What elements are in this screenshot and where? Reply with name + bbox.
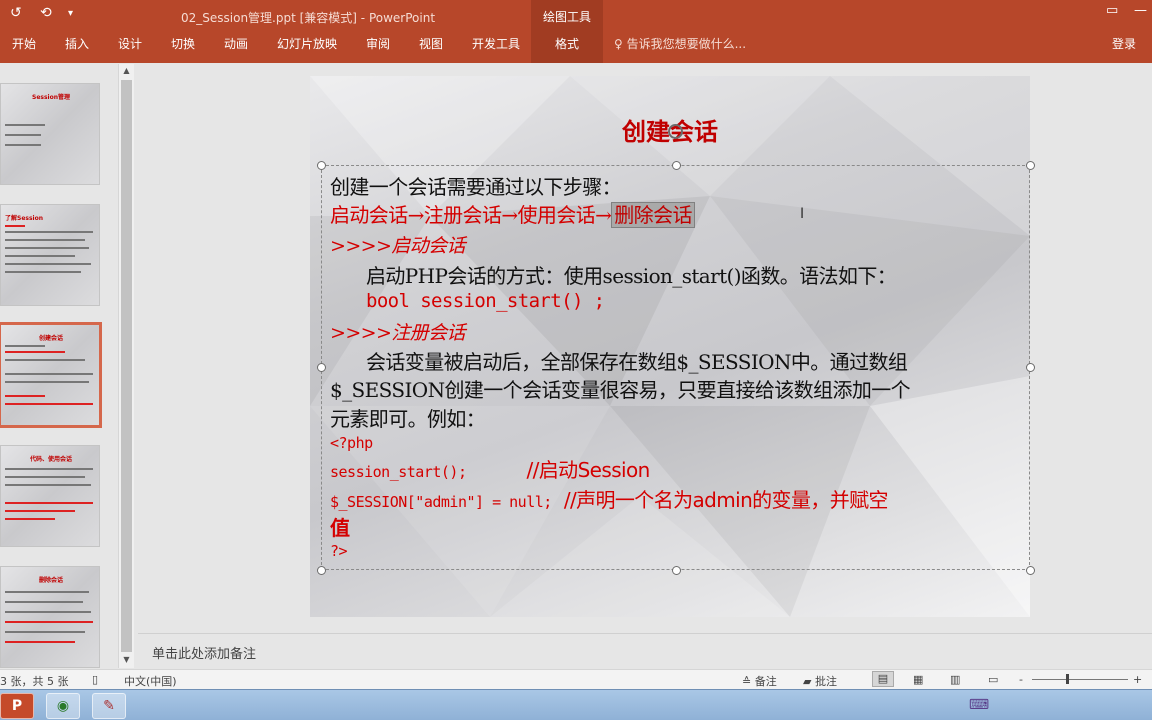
body-line: 元素即可。例如： — [330, 407, 486, 431]
code-line: $_SESSION["admin"] = null; //声明一个名为admin的… — [330, 484, 889, 513]
title-bar: ↺ ⟲ ▾ 02_Session管理.ppt [兼容模式] - PowerPoi… — [0, 0, 1152, 32]
code-comment: //声明一个名为admin的变量，并赋空 — [563, 488, 889, 512]
syntax-line: bool session_start() ; — [366, 290, 605, 312]
steps-line: 启动会话→注册会话→使用会话→ 删除会话 — [330, 199, 695, 228]
slide-thumbnail-pane: Session管理 了解Session 创建会话 代码、使用会话 删除会话 ▲ … — [0, 63, 138, 669]
scroll-up-icon[interactable]: ▲ — [119, 64, 134, 78]
thumbnail-title: 删除会话 — [38, 577, 63, 584]
resize-handle[interactable] — [672, 161, 681, 170]
undo-icon[interactable]: ↺ — [10, 5, 22, 21]
comments-button[interactable]: ▰ 批注 — [803, 673, 837, 689]
tab-home[interactable]: 开始 — [12, 35, 36, 52]
thumbnail-scrollbar[interactable]: ▲ ▼ — [118, 64, 134, 668]
section-heading: >>>>注册会话 — [330, 322, 465, 344]
tell-me-box[interactable]: ♀ 告诉我您想要做什么... — [614, 35, 746, 52]
slide-count: 3 张，共 5 张 — [0, 675, 69, 688]
code-line: ?> — [330, 542, 348, 560]
resize-handle[interactable] — [1026, 161, 1035, 170]
drawing-tools-context-label: 绘图工具 — [531, 0, 603, 32]
code-line: <?php — [330, 434, 373, 452]
code-line: session_start(); //启动Session — [330, 454, 650, 483]
tab-animations[interactable]: 动画 — [224, 35, 248, 52]
body-line: 创建一个会话需要通过以下步骤： — [330, 175, 622, 199]
app-taskbar-icon[interactable]: ✎ — [92, 693, 126, 719]
tab-slideshow[interactable]: 幻灯片放映 — [277, 35, 337, 52]
minimize-icon[interactable]: — — [1134, 3, 1147, 18]
powerpoint-taskbar-icon[interactable]: P — [0, 693, 34, 719]
resize-handle[interactable] — [672, 566, 681, 575]
slide-sorter-icon[interactable]: ▦ — [913, 673, 923, 686]
code-comment-continuation: 值 — [330, 516, 350, 540]
windows-taskbar: P ◉ ✎ ⌨ — [0, 689, 1152, 720]
resize-handle[interactable] — [1026, 363, 1035, 372]
tab-developer[interactable]: 开发工具 — [472, 35, 520, 52]
notes-icon: ≙ — [742, 675, 755, 688]
tab-transitions[interactable]: 切换 — [171, 35, 195, 52]
tell-me-text: 告诉我您想要做什么... — [626, 37, 747, 51]
tab-view[interactable]: 视图 — [419, 35, 443, 52]
slideshow-view-icon[interactable]: ▭ — [988, 673, 998, 686]
resize-handle[interactable] — [317, 363, 326, 372]
zoom-out-button[interactable]: - — [1019, 673, 1023, 686]
scrollbar-thumb[interactable] — [121, 80, 132, 652]
status-bar: 3 张，共 5 张 ▯ 中文(中国) ≙ 备注 ▰ 批注 ▤ ▦ ▥ ▭ - + — [0, 669, 1152, 689]
reading-view-icon[interactable]: ▥ — [950, 673, 960, 686]
lightbulb-icon: ♀ — [614, 37, 627, 51]
language-indicator[interactable]: 中文(中国) — [124, 673, 177, 689]
tab-review[interactable]: 审阅 — [366, 35, 390, 52]
tab-insert[interactable]: 插入 — [65, 35, 89, 52]
thumbnail-title: Session管理 — [32, 94, 70, 101]
text-cursor-icon: I — [800, 206, 805, 222]
thumbnail-title: 了解Session — [5, 215, 43, 222]
body-line: 会话变量被启动后，全部保存在数组$_SESSION中。通过数组 — [366, 350, 908, 374]
code-text: session_start(); — [330, 463, 467, 481]
thumbnail-title: 创建会话 — [38, 335, 63, 342]
keyboard-tray-icon[interactable]: ⌨ — [966, 693, 992, 719]
scroll-down-icon[interactable]: ▼ — [119, 653, 134, 667]
code-comment: //启动Session — [526, 458, 651, 482]
thumbnail-title: 代码、使用会话 — [29, 456, 72, 463]
slide-thumbnail-4[interactable]: 代码、使用会话 — [0, 445, 100, 547]
spell-check-icon[interactable]: ▯ — [92, 673, 98, 686]
body-line: $_SESSION创建一个会话变量很容易，只要直接给该数组添加一个 — [330, 378, 911, 402]
notes-placeholder[interactable]: 单击此处添加备注 — [152, 643, 256, 662]
resize-handle[interactable] — [317, 161, 326, 170]
steps-text: 启动会话→注册会话→使用会话→ — [330, 203, 612, 227]
normal-view-icon[interactable]: ▤ — [872, 671, 894, 687]
slide-thumbnail-1[interactable]: Session管理 — [0, 83, 100, 185]
notes-pane[interactable]: 单击此处添加备注 — [138, 633, 1152, 669]
rotate-handle-icon[interactable] — [668, 124, 683, 139]
zoom-slider-knob[interactable] — [1066, 674, 1069, 684]
comments-label: 批注 — [814, 675, 837, 688]
ribbon-tabs: 开始 插入 设计 切换 动画 幻灯片放映 审阅 视图 开发工具 格式 ♀ 告诉我… — [0, 32, 1152, 63]
document-title: 02_Session管理.ppt [兼容模式] - PowerPoint — [181, 11, 436, 25]
slide-thumbnail-3[interactable]: 创建会话 — [0, 322, 102, 428]
selected-text[interactable]: 删除会话 — [611, 202, 695, 228]
notes-label: 备注 — [754, 675, 777, 688]
resize-handle[interactable] — [317, 566, 326, 575]
zoom-in-button[interactable]: + — [1133, 673, 1142, 686]
tab-format[interactable]: 格式 — [531, 32, 603, 63]
sign-in-link[interactable]: 登录 — [1112, 35, 1136, 52]
code-text: $_SESSION["admin"] = null; — [330, 493, 552, 511]
ribbon-display-options-icon[interactable]: ▭ — [1106, 3, 1118, 18]
chrome-taskbar-icon[interactable]: ◉ — [46, 693, 80, 719]
zoom-slider[interactable] — [1032, 679, 1128, 680]
section-heading: >>>>启动会话 — [330, 235, 465, 257]
comment-icon: ▰ — [803, 675, 815, 688]
notes-button[interactable]: ≙ 备注 — [742, 673, 777, 689]
slide-thumbnail-2[interactable]: 了解Session — [0, 204, 100, 306]
resize-handle[interactable] — [1026, 566, 1035, 575]
tab-design[interactable]: 设计 — [118, 35, 142, 52]
customize-quick-access-icon[interactable]: ▾ — [68, 8, 73, 19]
redo-icon[interactable]: ⟲ — [40, 5, 52, 21]
slide-thumbnail-5[interactable]: 删除会话 — [0, 566, 100, 668]
body-line: 启动PHP会话的方式：使用session_start()函数。语法如下： — [366, 264, 897, 288]
